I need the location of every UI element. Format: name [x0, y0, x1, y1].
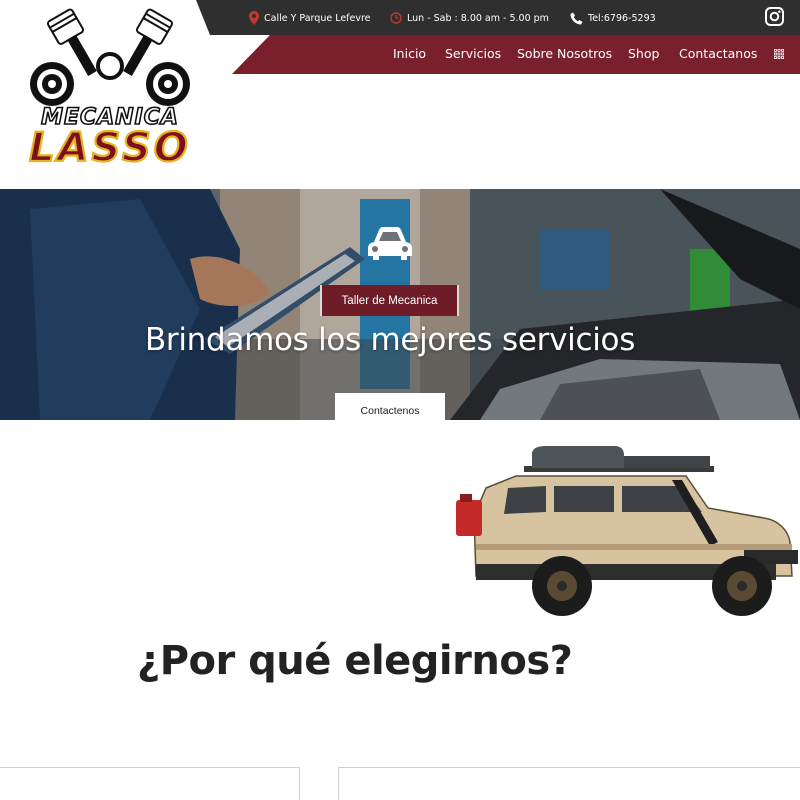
phone-icon [570, 12, 583, 24]
nav-item-shop[interactable]: Shop [628, 46, 659, 61]
nav-item-contactanos[interactable]: Contactanos [679, 46, 757, 61]
hours-info: Lun - Sab : 8.00 am - 5.00 pm [390, 8, 549, 28]
hero-tag-label: Taller de Mecanica [320, 285, 459, 316]
instagram-icon[interactable] [765, 7, 784, 26]
contactenos-button[interactable]: Contactenos [335, 393, 445, 428]
address-text: Calle Y Parque Lefevre [264, 12, 371, 24]
section-title: ¿Por qué elegirnos? [137, 638, 573, 684]
nav-item-servicios[interactable]: Servicios [445, 46, 501, 61]
clock-icon [390, 12, 402, 24]
location-pin-icon [249, 11, 259, 25]
mecanica-lasso-logo[interactable]: MECANICA LASSO [10, 8, 210, 170]
phone-text[interactable]: Tel:6796-5293 [588, 13, 656, 24]
turbo-graphic-left [30, 62, 74, 106]
suv-illustration [456, 446, 798, 616]
feature-card [0, 767, 300, 800]
logo-line2: LASSO [29, 125, 191, 170]
nav-item-inicio[interactable]: Inicio [393, 46, 426, 61]
car-icon [368, 227, 412, 260]
grid-menu-icon[interactable] [774, 49, 784, 59]
address-info: Calle Y Parque Lefevre [249, 8, 371, 28]
phone-info[interactable]: Tel:6796-5293 [570, 8, 656, 28]
hero-title: Brindamos los mejores servicios [144, 322, 636, 358]
hours-text: Lun - Sab : 8.00 am - 5.00 pm [407, 12, 549, 24]
turbo-graphic-right [146, 62, 190, 106]
nav-item-sobre-nosotros[interactable]: Sobre Nosotros [517, 46, 612, 61]
feature-card [338, 767, 800, 800]
